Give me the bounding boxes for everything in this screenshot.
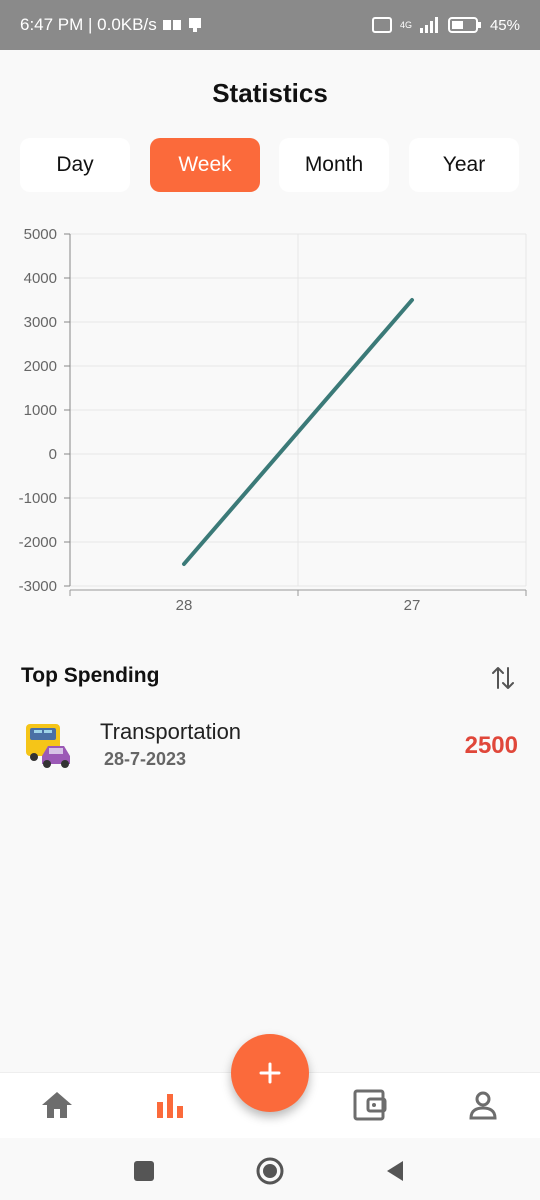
- spending-date: 28-7-2023: [104, 749, 187, 769]
- y-tick-label: 2000: [24, 358, 57, 375]
- x-tick-label: 27: [404, 597, 421, 614]
- wallet-icon: [353, 1089, 387, 1121]
- volte-icon: [371, 17, 392, 33]
- battery-level: 45%: [489, 16, 520, 34]
- top-spending-title: Top Spending: [21, 664, 160, 687]
- statistics-chart: 5000 4000 3000 2000 1000 0 -1000 -2000 -3000 28 27: [0, 218, 540, 628]
- period-tabs: Day Week Month Year: [20, 138, 520, 192]
- sim-icon: [162, 20, 181, 30]
- spending-category: Transportation: [100, 719, 242, 744]
- system-nav: [0, 1138, 540, 1200]
- spending-amount: 2500: [464, 732, 518, 759]
- y-tick-label: -3000: [19, 578, 57, 595]
- y-tick-label: 1000: [24, 402, 57, 419]
- signal-icon: [419, 17, 438, 33]
- home-icon: [42, 1092, 72, 1118]
- network-type: 4G: [399, 20, 412, 30]
- y-tick-label: 5000: [24, 226, 57, 243]
- y-tick-label: 0: [49, 446, 57, 463]
- status-left: 6:47 PM | 0.0KB/s: [20, 15, 203, 35]
- sort-icon[interactable]: [490, 664, 516, 692]
- download-icon: [188, 18, 201, 32]
- status-time: 6:47 PM | 0.0KB/s: [20, 15, 157, 34]
- y-tick-label: 4000: [24, 270, 57, 287]
- status-right: 4G 45%: [371, 16, 520, 34]
- square-icon: [134, 1161, 154, 1181]
- back-triangle-icon: [387, 1161, 403, 1181]
- y-tick-label: -2000: [19, 534, 57, 551]
- profile-icon: [469, 1091, 497, 1120]
- y-tick-label: 3000: [24, 314, 57, 331]
- nav-home[interactable]: [39, 1087, 75, 1123]
- circle-icon: [256, 1157, 284, 1185]
- home-system-button[interactable]: [255, 1156, 285, 1186]
- tab-year[interactable]: Year: [409, 138, 519, 192]
- x-tick-label: 28: [176, 597, 193, 614]
- tab-day[interactable]: Day: [20, 138, 130, 192]
- nav-profile[interactable]: [465, 1087, 501, 1123]
- tab-month[interactable]: Month: [279, 138, 389, 192]
- plus-icon: [259, 1062, 281, 1084]
- nav-statistics[interactable]: [152, 1087, 188, 1123]
- back-button[interactable]: [380, 1156, 410, 1186]
- tab-week[interactable]: Week: [150, 138, 260, 192]
- recents-button[interactable]: [129, 1156, 159, 1186]
- list-item[interactable]: Transportation 28-7-2023 2500: [0, 716, 540, 776]
- add-transaction-button[interactable]: [231, 1034, 309, 1112]
- page-title: Statistics: [212, 78, 328, 108]
- line-chart: 5000 4000 3000 2000 1000 0 -1000 -2000 -3000 28 27: [19, 226, 527, 614]
- bar-chart-icon: [157, 1094, 183, 1118]
- transport-icon: [26, 724, 70, 768]
- y-tick-label: -1000: [19, 490, 57, 507]
- nav-wallet[interactable]: [352, 1087, 388, 1123]
- status-bar: 6:47 PM | 0.0KB/s 4G 45%: [0, 0, 540, 50]
- battery-icon: [447, 17, 481, 33]
